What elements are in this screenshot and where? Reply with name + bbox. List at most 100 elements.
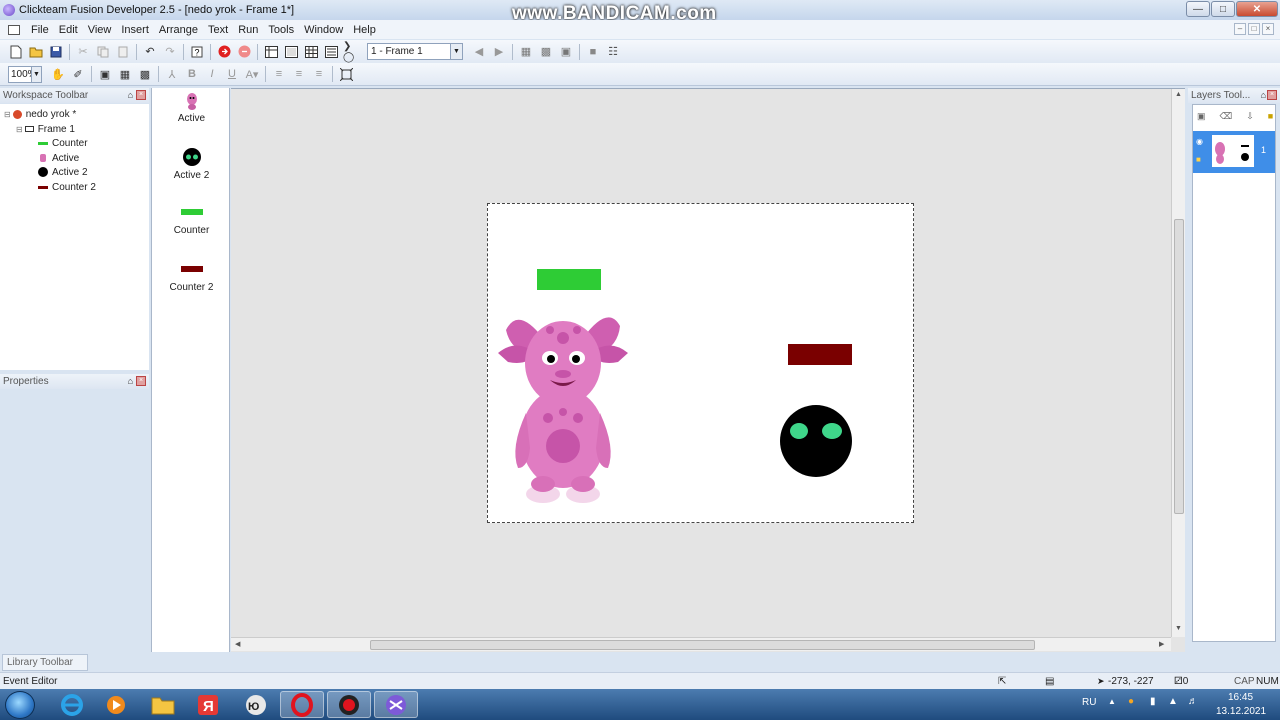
next-frame-icon[interactable]: ▶ [491, 44, 507, 60]
tray-volume-icon[interactable]: ♬ [1188, 696, 1198, 707]
language-indicator[interactable]: RU [1082, 697, 1096, 708]
library-toolbar-tab[interactable]: Library Toolbar [2, 654, 88, 671]
save-icon[interactable] [48, 44, 64, 60]
hand-tool-icon[interactable]: ✋ [50, 66, 66, 82]
active-object[interactable] [498, 308, 628, 504]
pin-icon[interactable]: ⌂ [128, 376, 133, 386]
stop-icon[interactable] [236, 44, 252, 60]
cut-icon[interactable]: ✂ [75, 44, 91, 60]
event-editor-icon[interactable] [303, 44, 319, 60]
resize-frame-icon[interactable] [338, 66, 354, 82]
show-frame-icon[interactable]: ▣ [97, 66, 113, 82]
visible-eye-icon[interactable]: ◉ [1196, 137, 1203, 146]
counter-2-object[interactable] [788, 344, 852, 365]
clock-time[interactable]: 16:45 [1228, 692, 1253, 703]
expression-editor-icon[interactable]: ❯◯ [343, 41, 359, 63]
close-icon[interactable]: × [1267, 90, 1277, 100]
shelf-item-active[interactable]: Active [152, 90, 231, 124]
taskbar-yandex-icon[interactable]: Я [186, 691, 230, 718]
mdi-restore-icon[interactable]: □ [1248, 23, 1260, 35]
tree-item-active-2[interactable]: Active 2 [38, 165, 88, 179]
shelf-item-active-2[interactable]: Active 2 [152, 147, 231, 181]
lock-icon[interactable]: ■ [1268, 111, 1273, 122]
menu-text[interactable]: Text [203, 24, 233, 36]
taskbar-yu-icon[interactable]: Ю [234, 691, 278, 718]
italic-icon[interactable]: I [204, 66, 220, 82]
grid-setup-icon[interactable]: ▩ [538, 44, 554, 60]
horizontal-scrollbar[interactable]: ◀ ▶ [231, 637, 1171, 651]
menu-window[interactable]: Window [299, 24, 348, 36]
collapse-icon[interactable]: ⊟ [4, 110, 11, 119]
clock-date[interactable]: 13.12.2021 [1216, 706, 1266, 717]
event-list-editor-icon[interactable] [323, 44, 339, 60]
text-color-icon[interactable]: A▾ [244, 66, 260, 82]
font-icon[interactable]: ⅄ [164, 66, 180, 82]
frame-editor[interactable]: ▲ ▼ ◀ ▶ [231, 88, 1185, 652]
frame-editor-icon[interactable] [283, 44, 299, 60]
taskbar-ie-icon[interactable] [50, 691, 94, 718]
chevron-down-icon[interactable]: ▼ [31, 66, 41, 82]
pin-icon[interactable]: ⌂ [1261, 90, 1266, 100]
menu-arrange[interactable]: Arrange [154, 24, 203, 36]
shelf-item-counter-2[interactable]: Counter 2 [152, 266, 231, 293]
minimize-button[interactable]: — [1186, 1, 1210, 17]
storyboard-editor-icon[interactable] [263, 44, 279, 60]
menu-help[interactable]: Help [348, 24, 381, 36]
taskbar-bandicam-icon[interactable] [327, 691, 371, 718]
active-2-object[interactable] [779, 404, 853, 478]
shelf-item-counter[interactable]: Counter [152, 209, 231, 236]
pen-tool-icon[interactable]: ✐ [70, 66, 86, 82]
menu-file[interactable]: File [26, 24, 54, 36]
maximize-button[interactable]: □ [1211, 1, 1235, 17]
collapse-icon[interactable]: ⊟ [16, 125, 23, 134]
stop-square-icon[interactable]: ■ [585, 44, 601, 60]
help-icon[interactable]: ? [189, 44, 205, 60]
underline-icon[interactable]: U [224, 66, 240, 82]
horizontal-scroll-thumb[interactable] [370, 640, 1035, 650]
scroll-up-icon[interactable]: ▲ [1175, 91, 1182, 98]
show-grid-icon[interactable]: ▦ [117, 66, 133, 82]
scroll-right-icon[interactable]: ▶ [1159, 640, 1164, 648]
add-layer-icon[interactable]: ▣ [1197, 111, 1206, 122]
build-icon[interactable]: ☷ [605, 44, 621, 60]
tray-signal-icon[interactable]: ▲ [1168, 696, 1178, 707]
tree-item-application[interactable]: ⊟ nedo yrok * [4, 107, 76, 121]
mdi-minimize-icon[interactable]: – [1234, 23, 1246, 35]
menu-edit[interactable]: Edit [54, 24, 83, 36]
menu-view[interactable]: View [83, 24, 117, 36]
taskbar-fusion-icon[interactable] [374, 691, 418, 718]
pin-icon[interactable]: ⌂ [128, 90, 133, 100]
frame-canvas[interactable] [487, 203, 914, 523]
mdi-close-icon[interactable]: × [1262, 23, 1274, 35]
tray-network-icon[interactable]: ▮ [1150, 696, 1156, 707]
tree-item-active[interactable]: Active [38, 151, 79, 165]
align-center-icon[interactable]: ≡ [291, 66, 307, 82]
align-right-icon[interactable]: ≡ [311, 66, 327, 82]
previous-frame-icon[interactable]: ◀ [471, 44, 487, 60]
vertical-scroll-thumb[interactable] [1174, 219, 1184, 514]
taskbar-opera-icon[interactable] [280, 691, 324, 718]
tray-expand-icon[interactable]: ▲ [1108, 697, 1116, 706]
move-layer-icon[interactable]: ⇩ [1246, 111, 1254, 122]
align-left-icon[interactable]: ≡ [271, 66, 287, 82]
zoom-selector[interactable]: 100% ▼ [8, 65, 42, 83]
tray-app-icon[interactable]: ● [1128, 696, 1134, 707]
new-icon[interactable] [8, 44, 24, 60]
align-objects-icon[interactable]: ▦ [518, 44, 534, 60]
scroll-left-icon[interactable]: ◀ [235, 640, 240, 648]
chevron-down-icon[interactable]: ▼ [450, 44, 462, 59]
tree-item-counter-2[interactable]: Counter 2 [38, 180, 96, 194]
counter-object[interactable] [537, 269, 601, 290]
lock-icon[interactable]: ■ [1196, 155, 1201, 164]
menu-tools[interactable]: Tools [263, 24, 299, 36]
undo-icon[interactable]: ↶ [142, 44, 158, 60]
tree-item-frame[interactable]: ⊟ Frame 1 [16, 122, 75, 136]
redo-icon[interactable]: ↷ [162, 44, 178, 60]
open-icon[interactable] [28, 44, 44, 60]
snap-icon[interactable]: ▣ [558, 44, 574, 60]
copy-icon[interactable] [95, 44, 111, 60]
paste-icon[interactable] [115, 44, 131, 60]
menu-run[interactable]: Run [233, 24, 263, 36]
layer-row[interactable]: ◉ ■ 1 [1193, 131, 1275, 173]
bold-icon[interactable]: B [184, 66, 200, 82]
